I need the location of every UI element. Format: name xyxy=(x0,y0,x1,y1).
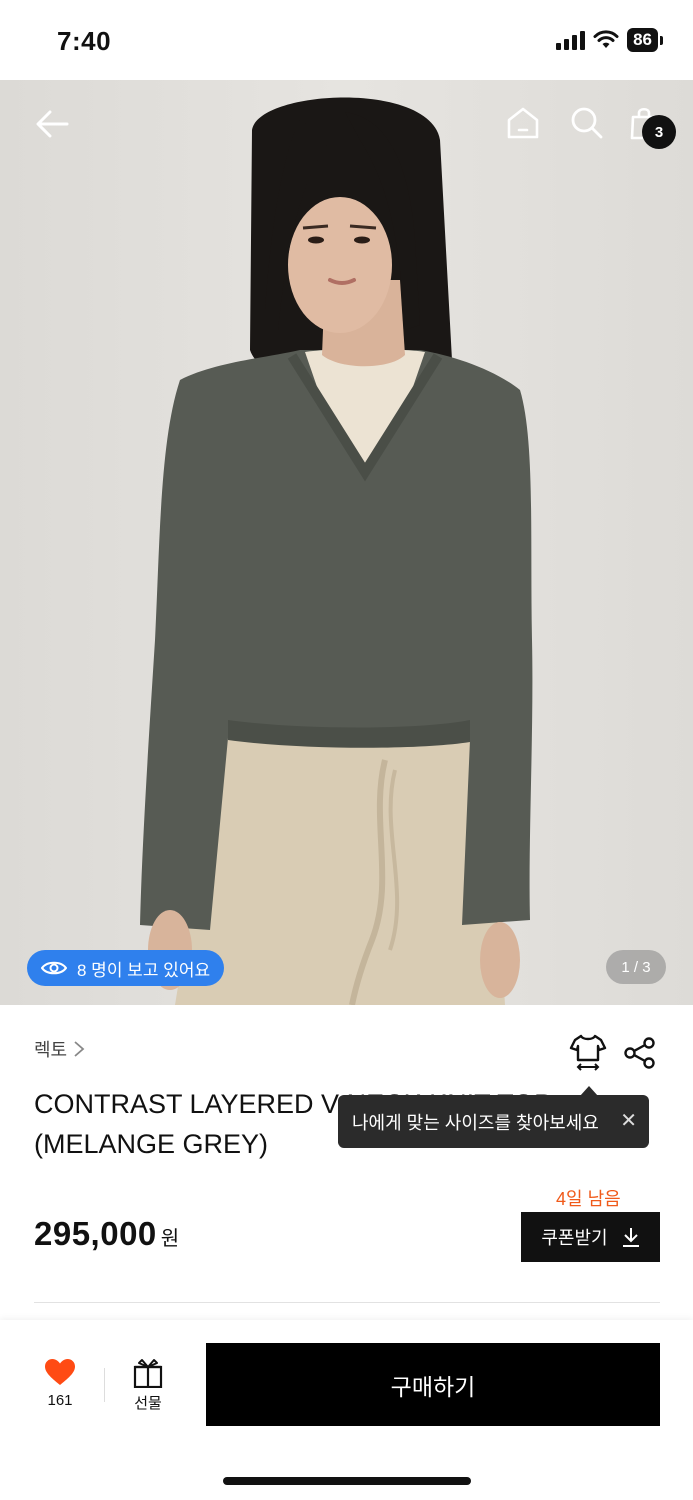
search-button[interactable] xyxy=(566,102,608,144)
tooltip-text: 나에게 맞는 사이즈를 찾아보세요 xyxy=(352,1112,599,1133)
coupon-label: 쿠폰받기 xyxy=(541,1228,608,1248)
cellular-signal-icon xyxy=(556,30,586,50)
coupon-button[interactable]: 쿠폰받기 xyxy=(521,1212,660,1262)
share-button[interactable] xyxy=(623,1036,657,1075)
download-icon xyxy=(622,1228,639,1247)
back-button[interactable] xyxy=(30,102,74,146)
separator xyxy=(104,1368,105,1402)
product-image-carousel[interactable]: 8 명이 보고 있어요 1 / 3 xyxy=(0,80,693,1005)
gift-icon xyxy=(133,1359,163,1388)
price-currency: 원 xyxy=(160,1228,180,1250)
home-indicator xyxy=(223,1477,471,1485)
viewers-badge: 8 명이 보고 있어요 xyxy=(27,950,225,986)
size-fit-icon xyxy=(569,1034,607,1071)
product-photo xyxy=(140,97,533,1005)
brand-name: 렉토 xyxy=(34,1040,68,1060)
battery-level: 86 xyxy=(627,28,658,52)
like-button[interactable]: 161 xyxy=(30,1358,90,1409)
size-tooltip: 나에게 맞는 사이즈를 찾아보세요 ✕ xyxy=(338,1095,649,1148)
price-value: 295,000 xyxy=(34,1215,157,1252)
status-time: 7:40 xyxy=(57,26,112,56)
home-button[interactable] xyxy=(502,102,544,144)
divider xyxy=(34,1302,660,1303)
status-icons: 86 xyxy=(556,28,663,52)
cart-count-badge: 3 xyxy=(642,115,676,149)
battery-icon: 86 xyxy=(627,28,663,52)
search-icon xyxy=(571,107,603,139)
home-icon xyxy=(507,107,539,139)
close-icon[interactable]: ✕ xyxy=(620,1111,637,1131)
gift-label: 선물 xyxy=(134,1395,162,1412)
price: 295,000 원 xyxy=(34,1215,179,1253)
wifi-icon xyxy=(593,30,619,48)
size-fit-button[interactable] xyxy=(569,1032,607,1077)
status-bar: 7:40 86 xyxy=(0,0,693,80)
viewers-text: 8 명이 보고 있어요 xyxy=(77,960,211,980)
chevron-right-icon xyxy=(74,1041,85,1057)
share-icon xyxy=(624,1037,655,1069)
gift-button[interactable]: 선물 xyxy=(118,1358,178,1413)
image-pager: 1 / 3 xyxy=(606,950,666,984)
coupon-days-left: 4일 남음 xyxy=(556,1189,621,1209)
brand-link[interactable]: 렉토 xyxy=(34,1036,85,1062)
buy-button[interactable]: 구매하기 xyxy=(206,1343,660,1426)
like-count: 161 xyxy=(47,1392,73,1409)
eye-icon xyxy=(41,961,67,975)
back-arrow-icon xyxy=(36,110,69,138)
heart-icon xyxy=(45,1359,75,1385)
